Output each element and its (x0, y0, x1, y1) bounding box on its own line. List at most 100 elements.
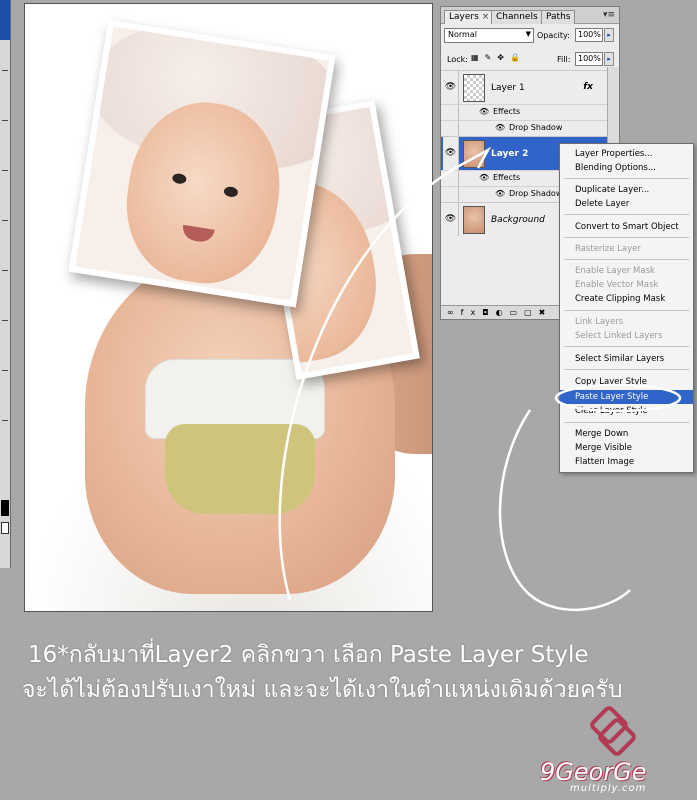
document-canvas[interactable] (24, 3, 433, 612)
mask-icon[interactable]: ◘ (482, 308, 495, 317)
chevron-down-icon: ▼ (525, 30, 531, 38)
menu-separator (564, 214, 689, 215)
menu-item-label: Enable Layer Mask (575, 266, 655, 276)
effect-eye-icon[interactable]: 👁 (495, 123, 505, 132)
menu-item-blending-options[interactable]: Blending Options... (560, 161, 693, 175)
opacity-value: 100% (578, 30, 601, 39)
tab-channels-label: Channels (496, 12, 538, 22)
menu-item-paste-layer-style[interactable]: Paste Layer Style (560, 390, 693, 404)
fx-icon[interactable]: fx (461, 308, 483, 317)
panel-tabs: Layers × Channels Paths ▾≡ (441, 7, 619, 24)
blend-mode-select[interactable]: Normal ▼ (444, 28, 534, 43)
layer-name: Background (491, 215, 545, 225)
menu-item-label: Select Similar Layers (575, 354, 665, 364)
visibility-eye-icon[interactable] (443, 187, 459, 203)
menu-item-layer-properties[interactable]: Layer Properties... (560, 147, 693, 161)
lock-transparent-icon[interactable]: ▦ (471, 53, 485, 62)
menu-item-link-layers: Link Layers (560, 315, 693, 329)
lock-paint-icon[interactable]: ✎ (485, 53, 498, 62)
fill-slider-button[interactable]: ▸ (604, 52, 614, 66)
watermark-logo: 9GeorGe multiply.com (540, 706, 680, 798)
menu-item-delete-layer[interactable]: Delete Layer (560, 197, 693, 211)
tool-divider (2, 370, 8, 371)
folder-icon[interactable]: ▭ (510, 308, 525, 317)
visibility-eye-icon[interactable] (443, 121, 459, 137)
close-icon[interactable]: × (482, 12, 490, 22)
baby-eye (171, 172, 188, 185)
tools-panel[interactable] (0, 0, 11, 568)
visibility-eye-icon[interactable] (443, 105, 459, 121)
tab-paths-label: Paths (546, 12, 571, 22)
layer-thumbnail (463, 74, 485, 102)
fill-input[interactable]: 100% (575, 52, 603, 66)
logo-mark-icon (590, 706, 636, 756)
baby-mouth (180, 224, 215, 244)
menu-item-select-similar-layers[interactable]: Select Similar Layers (560, 352, 693, 366)
fill-label: Fill: (557, 55, 571, 64)
effects-eye-icon[interactable]: 👁 (479, 107, 489, 116)
lock-all-icon[interactable]: 🔒 (510, 53, 526, 62)
adjustment-icon[interactable]: ◐ (496, 308, 510, 317)
effects-eye-icon[interactable]: 👁 (479, 173, 489, 182)
menu-separator (564, 259, 689, 260)
lock-label: Lock: (447, 55, 468, 64)
lock-icons[interactable]: ▦✎✥🔒 (471, 53, 526, 62)
tab-layers-label: Layers (449, 12, 479, 22)
menu-item-label: Create Clipping Mask (575, 294, 666, 304)
menu-item-duplicate-layer[interactable]: Duplicate Layer... (560, 183, 693, 197)
tool-divider (2, 170, 8, 171)
menu-item-rasterize-layer: Rasterize Layer (560, 242, 693, 256)
visibility-eye-icon[interactable]: 👁 (443, 71, 459, 104)
menu-item-label: Delete Layer (575, 199, 630, 209)
menu-item-create-clipping-mask[interactable]: Create Clipping Mask (560, 292, 693, 306)
layer-context-menu: Layer Properties... Blending Options... … (559, 143, 694, 473)
opacity-slider-button[interactable]: ▸ (604, 28, 614, 42)
layer-row-layer-1[interactable]: 👁 Layer 1 fx (441, 70, 607, 104)
tool-divider (2, 320, 8, 321)
menu-item-label: Merge Down (575, 429, 629, 439)
layer-effect-row[interactable]: 👁 Drop Shadow (441, 120, 607, 137)
menu-item-merge-visible[interactable]: Merge Visible (560, 441, 693, 455)
menu-item-convert-smart-object[interactable]: Convert to Smart Object (560, 220, 693, 234)
tool-divider (2, 220, 8, 221)
layer-name: Layer 2 (491, 149, 529, 159)
lock-move-icon[interactable]: ✥ (497, 53, 510, 62)
menu-separator (564, 178, 689, 179)
opacity-input[interactable]: 100% (575, 28, 603, 42)
blend-mode-value: Normal (448, 30, 477, 39)
photo-frame-layer-1[interactable] (68, 19, 336, 308)
menu-item-label: Paste Layer Style (575, 392, 649, 402)
tab-channels[interactable]: Channels (491, 10, 543, 24)
layer-effects-row[interactable]: 👁 Effects (441, 104, 607, 121)
tab-layers[interactable]: Layers × (444, 10, 495, 24)
menu-item-enable-vector-mask: Enable Vector Mask (560, 278, 693, 292)
menu-item-label: Select Linked Layers (575, 331, 663, 341)
visibility-eye-icon[interactable]: 👁 (443, 137, 459, 170)
fx-icon[interactable]: fx (583, 82, 593, 92)
layer-name: Layer 1 (491, 83, 525, 93)
menu-item-label: Enable Vector Mask (575, 280, 659, 290)
link-icon[interactable]: ∞ (447, 308, 461, 317)
menu-item-clear-layer-style[interactable]: Clear Layer Style (560, 404, 693, 418)
panel-menu-icon[interactable]: ▾≡ (603, 10, 615, 20)
visibility-eye-icon[interactable] (443, 171, 459, 187)
menu-item-label: Link Layers (575, 317, 624, 327)
foreground-color-swatch[interactable] (1, 500, 9, 516)
new-layer-icon[interactable]: ▢ (524, 308, 539, 317)
tool-divider (2, 120, 8, 121)
menu-item-merge-down[interactable]: Merge Down (560, 427, 693, 441)
menu-item-label: Flatten Image (575, 457, 635, 467)
menu-item-copy-layer-style[interactable]: Copy Layer Style (560, 375, 693, 389)
menu-separator (564, 310, 689, 311)
visibility-eye-icon[interactable]: 👁 (443, 203, 459, 236)
menu-separator (564, 237, 689, 238)
menu-item-label: Rasterize Layer (575, 244, 641, 254)
tab-paths[interactable]: Paths (541, 10, 576, 24)
background-color-swatch[interactable] (1, 522, 9, 534)
menu-item-label: Layer Properties... (575, 149, 653, 159)
trash-icon[interactable]: ✖ (539, 308, 553, 317)
layer-thumbnail (463, 206, 485, 234)
menu-item-flatten-image[interactable]: Flatten Image (560, 455, 693, 469)
effect-eye-icon[interactable]: 👁 (495, 189, 505, 198)
caption-line-1: 16*กลับมาที่Layer2 คลิกขวา เลือก Paste L… (28, 642, 589, 668)
